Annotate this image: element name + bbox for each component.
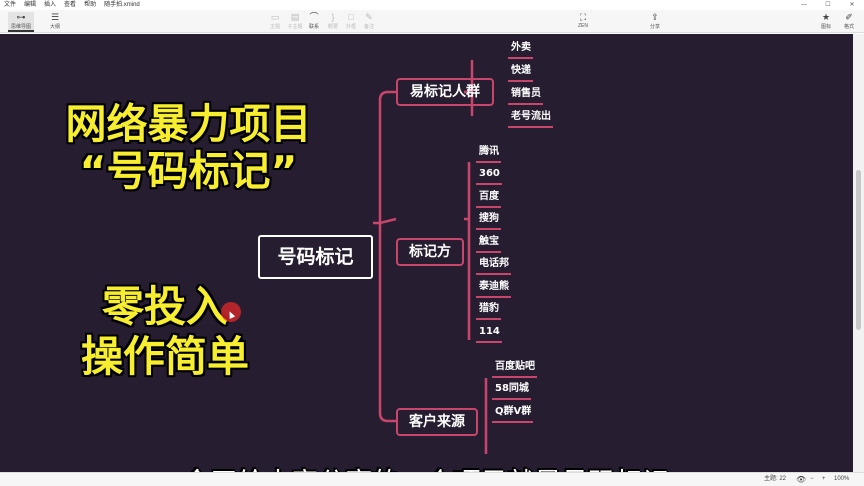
menu-edit[interactable]: 编辑 — [20, 0, 40, 10]
menu-file[interactable]: 文件 — [0, 0, 20, 10]
leaf-taidixiong[interactable]: 泰迪熊 — [476, 280, 511, 298]
mindmap-icon: ⊶ — [16, 12, 26, 22]
share-button[interactable]: ⇪ 分享 — [642, 12, 668, 30]
menu-insert[interactable]: 插入 — [40, 0, 60, 10]
window-controls: — ☐ ✕ — [792, 0, 864, 10]
menu-view[interactable]: 查看 — [60, 0, 80, 10]
leaf-sales[interactable]: 销售员 — [508, 87, 543, 105]
minimize-button[interactable]: — — [792, 0, 816, 10]
toolbar: ⊶ 思维导图 ☰ 大纲 ▭ 主题 ▤ 子主题 ⌒ 联系 } 概要 □ 外框 ✎ … — [0, 10, 864, 33]
leaf-qq-wechat-group[interactable]: Q群V群 — [492, 405, 534, 423]
close-button[interactable]: ✕ — [840, 0, 864, 10]
overlay-title-line2: “号码标记” — [79, 147, 298, 195]
video-subtitle: 今天给大家分享的一个项目就是号码标记 — [0, 461, 853, 472]
notes-button[interactable]: ✎ 备注 — [356, 12, 382, 30]
brush-icon: ✐ — [845, 12, 853, 22]
scrollbar-thumb[interactable] — [856, 170, 861, 330]
mouse-cursor-highlight — [221, 302, 241, 322]
menu-help[interactable]: 帮助 — [80, 0, 100, 10]
branch-customer-source[interactable]: 客户来源 — [396, 408, 478, 436]
eye-icon[interactable]: 👁 — [796, 473, 806, 486]
leaf-360[interactable]: 360 — [476, 167, 502, 185]
leaf-baidu[interactable]: 百度 — [476, 190, 501, 208]
zen-button[interactable]: ⛶ ZEN — [570, 12, 596, 29]
notes-icon: ✎ — [365, 12, 373, 22]
leaf-waimai[interactable]: 外卖 — [508, 41, 533, 59]
menu-bar: 文件 编辑 插入 查看 帮助 随手拍.xmind — [0, 0, 864, 10]
leaf-58[interactable]: 58同城 — [492, 382, 531, 400]
branch-easy-mark-group[interactable]: 易标记人群 — [396, 78, 494, 106]
leaf-dianhuabang[interactable]: 电话邦 — [476, 257, 511, 275]
mindmap-canvas[interactable]: 号码标记 易标记人群 外卖 快递 销售员 老号流出 标记方 腾讯 360 百度 … — [0, 34, 853, 472]
leaf-baidu-tieba[interactable]: 百度贴吧 — [492, 360, 537, 378]
maximize-button[interactable]: ☐ — [816, 0, 840, 10]
overlay-slogan-line2: 操作简单 — [80, 332, 249, 381]
mindmap-view-button[interactable]: ⊶ 思维导图 — [8, 12, 34, 32]
zoom-in-button[interactable]: + — [822, 473, 826, 486]
leaf-tencent[interactable]: 腾讯 — [476, 145, 501, 163]
leaf-liebao[interactable]: 猎豹 — [476, 302, 501, 320]
cursor-arrow-icon — [226, 310, 236, 319]
root-topic[interactable]: 号码标记 — [258, 235, 373, 279]
zoom-level[interactable]: 100% — [834, 473, 849, 486]
leaf-kuaidi[interactable]: 快递 — [508, 64, 533, 82]
leaf-sogou[interactable]: 搜狗 — [476, 212, 501, 230]
outline-view-button[interactable]: ☰ 大纲 — [42, 12, 68, 30]
outline-icon: ☰ — [50, 12, 60, 22]
format-panel-button[interactable]: ✐ 格式 — [836, 12, 862, 30]
share-icon: ⇪ — [651, 12, 659, 22]
overlay-title-line1: 网络暴力项目 — [65, 100, 312, 148]
leaf-114[interactable]: 114 — [476, 325, 502, 343]
leaf-old-number[interactable]: 老号流出 — [508, 110, 553, 128]
leaf-chubao[interactable]: 触宝 — [476, 235, 501, 253]
zoom-out-button[interactable]: − — [810, 473, 814, 486]
topic-count: 主题: 22 — [764, 476, 787, 482]
fullscreen-icon: ⛶ — [579, 12, 587, 22]
branch-markers[interactable]: 标记方 — [396, 238, 464, 266]
status-bar: 主题: 22 👁 − + 100% — [0, 472, 864, 486]
vertical-scrollbar[interactable] — [853, 34, 864, 472]
document-title: 随手拍.xmind — [104, 2, 140, 8]
